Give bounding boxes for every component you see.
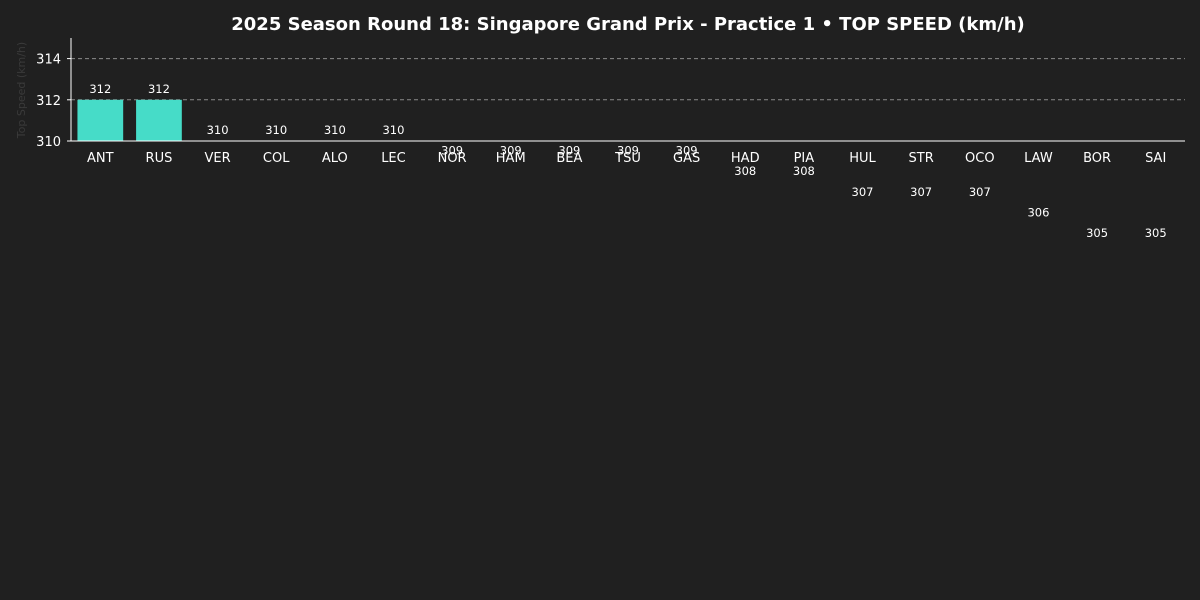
y-tick-label: 310 — [36, 135, 61, 150]
value-label-tsu: 309 — [617, 144, 639, 158]
x-tick-label-str: STR — [909, 151, 934, 166]
bar-chart: 2025 Season Round 18: Singapore Grand Pr… — [15, 14, 1185, 240]
value-label-ham: 309 — [500, 144, 522, 158]
y-axis-label: Top Speed (km/h) — [15, 42, 28, 139]
value-label-col: 310 — [265, 123, 287, 137]
y-tick-label: 314 — [36, 53, 61, 68]
x-tick-label-ver: VER — [205, 151, 231, 166]
x-tick-label-lec: LEC — [381, 151, 406, 166]
value-label-ver: 310 — [207, 123, 229, 137]
value-label-sai: 305 — [1145, 226, 1167, 240]
axes: 310312314ANT RUS VER COL ALO LEC NOR HAM BEA TSU G… — [36, 38, 1185, 166]
value-label-gas: 309 — [676, 144, 698, 158]
value-label-law: 306 — [1027, 205, 1049, 219]
x-tick-label-ant: ANT — [87, 151, 114, 166]
value-label-had: 308 — [734, 164, 756, 178]
value-label-pia: 308 — [793, 164, 815, 178]
value-label-bea: 309 — [558, 144, 580, 158]
value-label-bor: 305 — [1086, 226, 1108, 240]
value-label-hul: 307 — [852, 185, 874, 199]
value-label-nor: 309 — [441, 144, 463, 158]
y-tick-label: 312 — [36, 94, 61, 109]
value-label-oco: 307 — [969, 185, 991, 199]
x-tick-label-rus: RUS — [146, 151, 173, 166]
x-tick-label-sai: SAI — [1145, 151, 1166, 166]
x-tick-label-alo: ALO — [322, 151, 348, 166]
value-label-rus: 312 — [148, 82, 170, 96]
value-label-ant: 312 — [89, 82, 111, 96]
bars — [77, 99, 182, 141]
bar-ant — [77, 99, 124, 141]
x-tick-label-col: COL — [263, 151, 290, 166]
grid-lines — [71, 58, 1185, 101]
value-label-alo: 310 — [324, 123, 346, 137]
x-tick-label-oco: OCO — [965, 151, 995, 166]
chart-title: 2025 Season Round 18: Singapore Grand Pr… — [231, 14, 1025, 35]
bar-rus — [136, 99, 182, 141]
x-tick-label-bor: BOR — [1083, 151, 1111, 166]
x-tick-label-law: LAW — [1024, 151, 1053, 166]
value-label-lec: 310 — [382, 123, 404, 137]
value-label-str: 307 — [910, 185, 932, 199]
x-tick-label-hul: HUL — [849, 151, 876, 166]
